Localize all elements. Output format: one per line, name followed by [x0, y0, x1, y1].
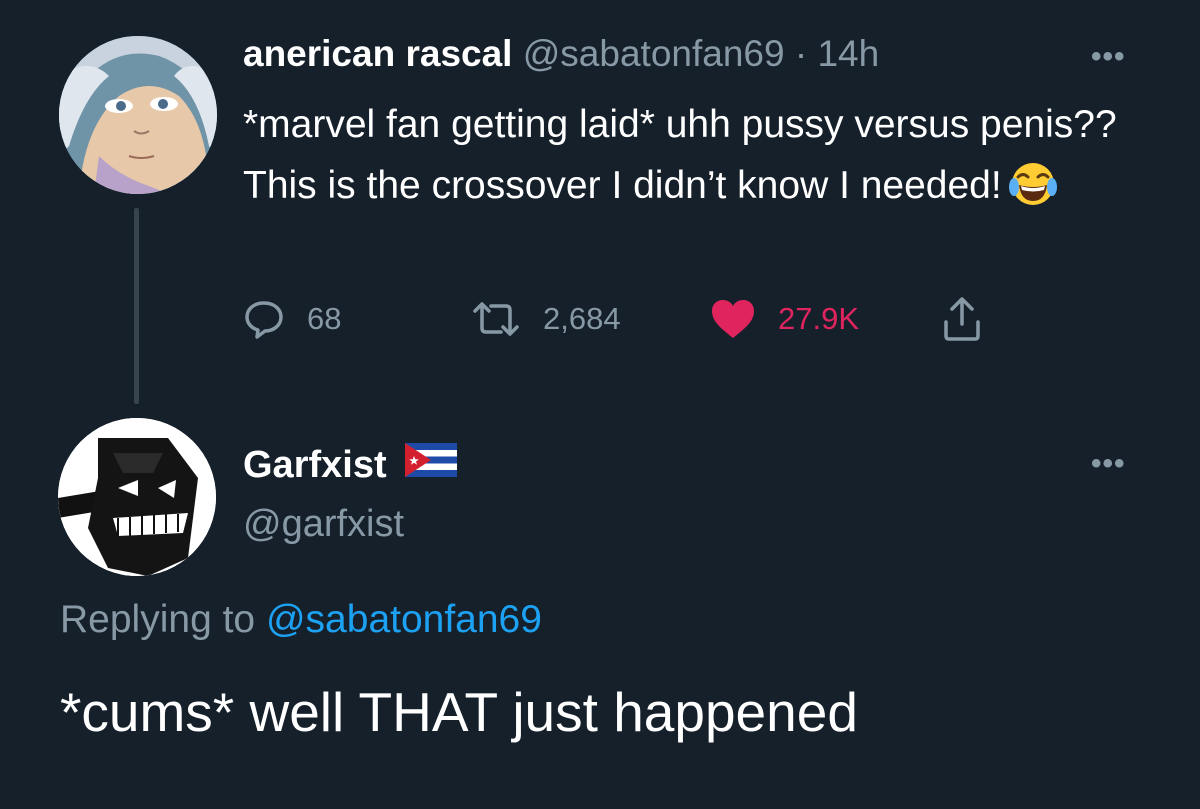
- laughing-emoji-icon: [1008, 162, 1057, 205]
- tweet-text: *marvel fan getting laid* uhh pussy vers…: [243, 94, 1143, 216]
- heart-icon: [712, 300, 754, 338]
- share-action[interactable]: [940, 295, 984, 343]
- reply-header: Garfxist: [243, 443, 457, 487]
- reply-handle[interactable]: @garfxist: [243, 503, 404, 546]
- replying-to: Replying to @sabatonfan69: [60, 598, 542, 642]
- reply-action[interactable]: 68: [243, 295, 341, 343]
- like-action[interactable]: 27.9K: [710, 295, 859, 343]
- avatar[interactable]: [59, 36, 217, 194]
- retweet-action[interactable]: 2,684: [471, 295, 621, 343]
- share-icon: [944, 297, 980, 341]
- tweet-header: anerican rascal @sabatonfan69 · 14h: [243, 33, 879, 75]
- like-count: 27.9K: [778, 301, 860, 336]
- replying-prefix: Replying to: [60, 598, 256, 641]
- timestamp[interactable]: 14h: [817, 33, 879, 74]
- tweet-actions: 68 2,684 27.9K: [243, 295, 1043, 343]
- avatar-image: [59, 36, 217, 194]
- display-name[interactable]: anerican rascal: [243, 33, 512, 74]
- retweet-count: 2,684: [543, 301, 621, 336]
- more-icon[interactable]: •••: [1091, 447, 1126, 481]
- reply-display-name[interactable]: Garfxist: [243, 444, 387, 487]
- reply-text: *cums* well THAT just happened: [60, 681, 858, 743]
- user-handle[interactable]: @sabatonfan69: [523, 33, 785, 74]
- separator-dot: ·: [794, 33, 808, 74]
- retweet-icon: [473, 302, 519, 336]
- reply-avatar[interactable]: [58, 418, 216, 576]
- thread-line: [134, 208, 139, 404]
- reply-icon: [245, 301, 283, 339]
- cuba-flag-icon: [404, 443, 457, 487]
- reply-count: 68: [307, 301, 342, 336]
- avatar-image: [58, 418, 216, 576]
- replying-mention[interactable]: @sabatonfan69: [266, 598, 542, 641]
- more-icon[interactable]: •••: [1091, 40, 1126, 74]
- tweet-body: *marvel fan getting laid* uhh pussy vers…: [243, 103, 1117, 207]
